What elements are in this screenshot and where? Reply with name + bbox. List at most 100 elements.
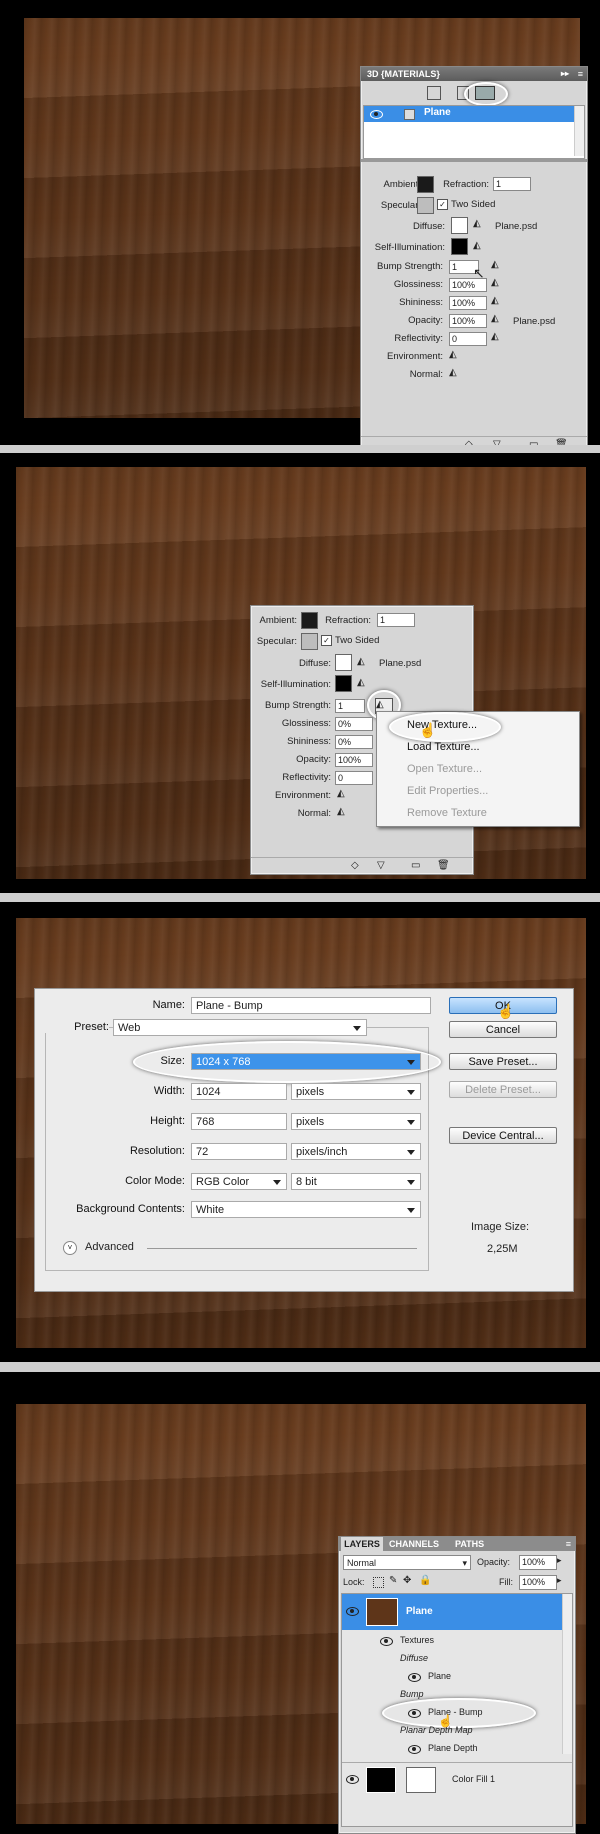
reflectivity-input[interactable]: 0 <box>335 771 373 785</box>
hand-cursor-icon: ☝ <box>497 1003 515 1019</box>
diffuse-group-row: Diffuse <box>342 1650 572 1668</box>
materials-list-row[interactable]: Plane <box>364 106 574 122</box>
width-input[interactable]: 1024 <box>191 1083 287 1100</box>
visibility-eye-icon[interactable] <box>408 1673 421 1682</box>
shininess-input[interactable]: 100% <box>449 296 487 310</box>
resolution-input[interactable]: 72 <box>191 1143 287 1160</box>
blend-mode-select[interactable]: Normal ▾ <box>343 1555 471 1570</box>
two-sided-checkbox[interactable]: ✓ <box>437 199 448 210</box>
shininess-label: Shininess: <box>399 297 443 308</box>
two-sided-checkbox[interactable]: ✓ <box>321 635 332 646</box>
textures-row[interactable]: Textures <box>342 1632 572 1650</box>
self-illumination-swatch[interactable] <box>335 675 352 692</box>
tab-layers[interactable]: LAYERS <box>341 1537 383 1551</box>
diffuse-color-swatch[interactable] <box>451 217 468 234</box>
visibility-eye-icon[interactable] <box>380 1637 393 1646</box>
ambient-color-swatch[interactable] <box>301 612 318 629</box>
diffuse-color-swatch[interactable] <box>335 654 352 671</box>
ambient-color-swatch[interactable] <box>417 176 434 193</box>
self-illumination-swatch[interactable] <box>451 238 468 255</box>
bump-texture-icon[interactable]: ◭ <box>491 259 507 273</box>
tab-channels[interactable]: CHANNELS <box>389 1537 439 1551</box>
save-preset-button[interactable]: Save Preset... <box>449 1053 557 1070</box>
delete-icon[interactable]: 🗑 <box>555 439 568 445</box>
shininess-texture-icon[interactable]: ◭ <box>491 295 507 309</box>
delete-icon[interactable]: 🗑 <box>437 860 450 871</box>
reflectivity-texture-icon[interactable]: ◭ <box>491 331 507 345</box>
material-drop-icon[interactable]: ▽ <box>493 439 501 445</box>
bit-depth-select[interactable]: 8 bit <box>291 1173 421 1190</box>
panel-menu-icon[interactable]: ≡ <box>578 67 583 81</box>
visibility-eye-icon[interactable] <box>346 1607 359 1616</box>
lock-all-icon[interactable]: 🔒 <box>419 1575 431 1586</box>
specular-color-swatch[interactable] <box>417 197 434 214</box>
panel-menu-icon[interactable]: ≡ <box>566 1537 571 1551</box>
fill-stepper-icon[interactable]: ▸ <box>557 1575 562 1586</box>
height-unit-select[interactable]: pixels <box>291 1113 421 1130</box>
background-contents-select[interactable]: White <box>191 1201 421 1218</box>
panel-collapse-icon[interactable]: ▸▸ <box>561 67 569 81</box>
cancel-button[interactable]: Cancel <box>449 1021 557 1038</box>
new-material-icon[interactable]: ▭ <box>411 860 420 871</box>
diffuse-group-label: Diffuse <box>400 1653 429 1663</box>
self-illumination-texture-icon[interactable]: ◭ <box>473 240 489 254</box>
name-input[interactable]: Plane - Bump <box>191 997 431 1014</box>
environment-texture-icon[interactable]: ◭ <box>449 349 465 363</box>
glossiness-input[interactable]: 100% <box>449 278 487 292</box>
refraction-input[interactable]: 1 <box>377 613 415 627</box>
opacity-input[interactable]: 100% <box>335 753 373 767</box>
opacity-stepper-icon[interactable]: ▸ <box>557 1555 562 1566</box>
lock-transparent-icon[interactable] <box>373 1577 384 1588</box>
color-mode-select[interactable]: RGB Color <box>191 1173 287 1190</box>
plane-depth-row[interactable]: Plane Depth <box>342 1740 572 1758</box>
material-drop-icon[interactable]: ▽ <box>377 860 385 871</box>
resolution-unit-select[interactable]: pixels/inch <box>291 1143 421 1160</box>
bump-strength-input[interactable]: 1 <box>335 699 365 713</box>
layer-plane-row[interactable]: Plane <box>342 1594 572 1630</box>
image-size-label: Image Size: <box>471 1221 530 1233</box>
opacity-texture-icon[interactable]: ◭ <box>491 313 507 327</box>
panel-divider[interactable] <box>361 159 587 162</box>
diffuse-texture-row[interactable]: Plane <box>342 1668 572 1686</box>
self-illumination-texture-icon[interactable]: ◭ <box>357 677 373 691</box>
layers-scrollbar[interactable] <box>562 1594 572 1754</box>
color-fill-row[interactable]: Color Fill 1 <box>342 1762 572 1795</box>
normal-texture-icon[interactable]: ◭ <box>449 367 465 381</box>
diffuse-texture-icon[interactable]: ◭ <box>357 656 373 670</box>
glossiness-input[interactable]: 0% <box>335 717 373 731</box>
specular-color-swatch[interactable] <box>301 633 318 650</box>
chevron-down-icon: ▾ <box>462 1558 467 1568</box>
visibility-eye-icon[interactable] <box>370 110 383 119</box>
preset-select[interactable]: Web <box>113 1019 367 1036</box>
diffuse-texture-icon[interactable]: ◭ <box>473 218 489 232</box>
environment-texture-icon[interactable]: ◭ <box>337 788 353 802</box>
tab-paths[interactable]: PATHS <box>455 1537 484 1551</box>
glossiness-texture-icon[interactable]: ◭ <box>491 277 507 291</box>
visibility-eye-icon[interactable] <box>346 1775 359 1784</box>
material-picker-icon[interactable]: ◇ <box>351 860 359 871</box>
device-central-button[interactable]: Device Central... <box>449 1127 557 1144</box>
lock-brush-icon[interactable]: ✎ <box>389 1575 397 1586</box>
advanced-toggle-icon[interactable]: ˅ <box>63 1241 77 1255</box>
material-picker-icon[interactable]: ◇ <box>465 439 473 445</box>
visibility-eye-icon[interactable] <box>408 1745 421 1754</box>
shininess-input[interactable]: 0% <box>335 735 373 749</box>
width-unit-select[interactable]: pixels <box>291 1083 421 1100</box>
opacity-input[interactable]: 100% <box>449 314 487 328</box>
advanced-label[interactable]: Advanced <box>85 1241 134 1253</box>
height-input[interactable]: 768 <box>191 1113 287 1130</box>
normal-texture-icon[interactable]: ◭ <box>337 806 353 820</box>
material-swatch-icon <box>404 109 415 120</box>
refraction-input[interactable]: 1 <box>493 177 531 191</box>
scene-filter-icon[interactable] <box>427 86 441 100</box>
new-material-icon[interactable]: ▭ <box>529 439 538 445</box>
fill-input[interactable]: 100% <box>519 1575 557 1590</box>
bump-texture-row[interactable]: Plane - Bump ☝ <box>342 1698 572 1728</box>
materials-list-scrollbar[interactable] <box>574 106 584 156</box>
screenshot-3: Name: Plane - Bump Preset: Web Size: 102… <box>0 902 600 1362</box>
lock-move-icon[interactable]: ✥ <box>403 1575 411 1586</box>
opacity-input[interactable]: 100% <box>519 1555 557 1570</box>
color-fill-label: Color Fill 1 <box>452 1774 496 1784</box>
menu-item-load-texture[interactable]: Load Texture... <box>377 736 579 758</box>
reflectivity-input[interactable]: 0 <box>449 332 487 346</box>
